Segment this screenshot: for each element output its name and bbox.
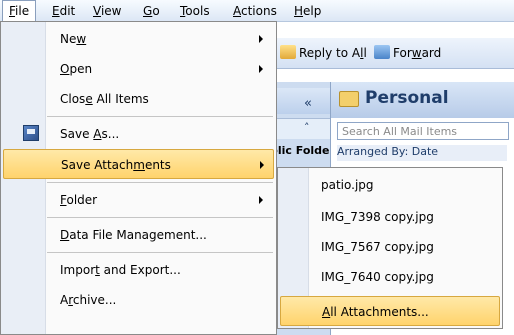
folder-title: Personal [365,88,449,108]
reply-all-label: Reply to All [299,46,367,60]
menu-file[interactable]: File [2,0,37,21]
folder-icon [339,91,359,107]
menu-item-import-and-export[interactable]: Import and Export... [3,255,274,285]
menu-separator [47,252,273,253]
menu-help[interactable]: Help [294,3,321,19]
menu-item-label: Data File Management... [60,228,207,242]
menu-view[interactable]: View [93,3,121,19]
menu-item-close-all-items[interactable]: Close All Items [3,84,274,114]
menu-item-data-file-management[interactable]: Data File Management... [3,220,274,250]
menu-item-label: Close All Items [60,92,149,106]
menu-item-folder[interactable]: Folder [3,185,274,215]
toolbar: Reply to All Forward [270,38,514,69]
menu-item-archive[interactable]: Archive... [3,285,274,315]
menu-actions[interactable]: Actions [233,3,277,19]
forward-label: Forward [393,46,442,60]
forward-icon [374,45,390,59]
submenu-item-label: IMG_7567 copy.jpg [321,240,434,254]
menu-item-label: Folder [60,193,98,207]
file-menu: New Open Close All Items Save As... Save… [0,21,277,335]
submenu-arrow-icon [259,196,263,204]
menu-item-open[interactable]: Open [3,54,274,84]
save-attachments-submenu: patio.jpg IMG_7398 copy.jpg IMG_7567 cop… [277,167,503,329]
menu-item-new[interactable]: New [3,24,274,54]
menu-item-label: Open [60,62,93,76]
menu-item-save-attachments[interactable]: Save Attachments [3,149,274,179]
search-input[interactable]: Search All Mail Items [337,122,509,140]
menu-item-save-as[interactable]: Save As... [3,119,274,149]
arranged-by-header[interactable]: Arranged By: Date [337,145,507,161]
navigation-pane-header: « [270,88,330,114]
menu-separator [47,217,273,218]
reply-all-button[interactable]: Reply to All [280,45,367,61]
content-pane-header: Personal [331,82,514,118]
menu-item-label: New [60,32,87,46]
menu-item-label: Archive... [60,293,117,307]
collapse-pane-icon[interactable]: « [304,96,312,111]
menu-separator [47,182,273,183]
submenu-arrow-icon [259,35,263,43]
menu-item-label: Import and Export... [60,263,181,277]
menu-item-label: Save As... [60,127,120,141]
navigation-pane-subheader: ˄ [270,118,330,139]
submenu-item-label: IMG_7398 copy.jpg [321,210,434,224]
submenu-item-label: patio.jpg [321,178,374,192]
expand-section-icon[interactable]: ˄ [304,121,310,134]
save-as-icon [23,125,39,141]
submenu-arrow-icon [259,65,263,73]
public-folders-label[interactable]: blic Folde [270,144,330,157]
submenu-item-all-attachments[interactable]: All Attachments... [280,296,500,326]
submenu-arrow-icon [260,161,264,169]
menu-tools[interactable]: Tools [180,3,210,19]
submenu-item-attachment[interactable]: patio.jpg [280,170,500,200]
menu-edit[interactable]: Edit [52,3,75,19]
submenu-item-attachment[interactable]: IMG_7567 copy.jpg [280,232,500,262]
reply-all-icon [280,45,296,59]
submenu-item-attachment[interactable]: IMG_7640 copy.jpg [280,262,500,292]
submenu-item-label: IMG_7640 copy.jpg [321,270,434,284]
submenu-item-label: All Attachments... [322,305,429,319]
submenu-item-attachment[interactable]: IMG_7398 copy.jpg [280,202,500,232]
forward-button[interactable]: Forward [374,45,441,61]
menu-item-label: Save Attachments [61,158,171,172]
menu-go[interactable]: Go [143,3,160,19]
menu-separator [47,116,273,117]
menu-bar: File Edit View Go Tools Actions Help [0,0,514,22]
